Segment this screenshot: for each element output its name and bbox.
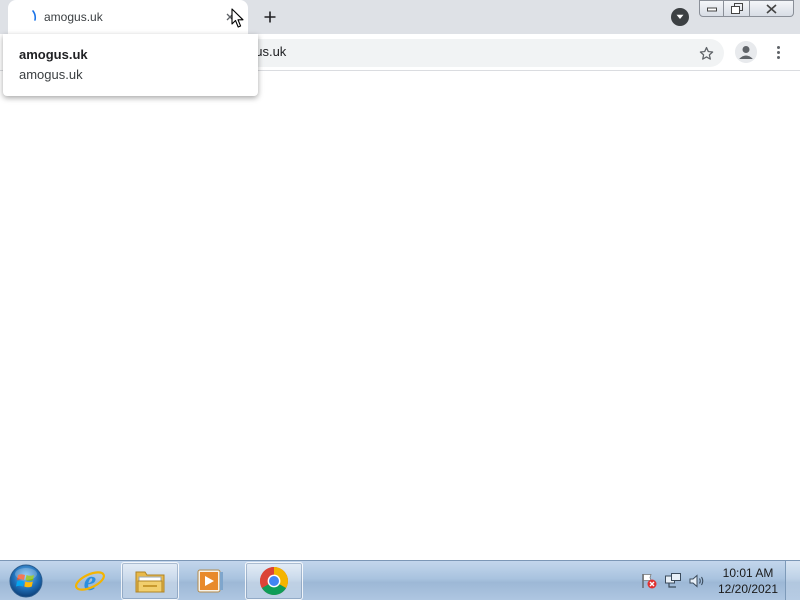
minimize-icon [706, 7, 717, 11]
volume-button[interactable] [688, 572, 706, 590]
minimize-button[interactable] [699, 0, 724, 17]
profile-button[interactable] [735, 41, 757, 63]
new-tab-button[interactable] [258, 5, 282, 29]
tab-strip: amogus.uk [0, 0, 800, 34]
hover-card-domain: amogus.uk [19, 67, 83, 82]
star-icon [699, 46, 713, 60]
start-button[interactable] [7, 563, 45, 599]
person-icon [735, 41, 757, 63]
network-icon [665, 573, 681, 588]
clock-time: 10:01 AM [722, 566, 774, 580]
network-button[interactable] [664, 572, 682, 590]
tab-amogus[interactable]: amogus.uk [8, 0, 248, 34]
taskbar-internet-explorer[interactable]: e [61, 562, 119, 600]
system-tray [640, 561, 706, 600]
show-desktop-button[interactable] [785, 561, 800, 600]
ie-icon: e [75, 566, 105, 597]
tab-hover-card: amogus.uk amogus.uk [3, 34, 258, 96]
plus-icon [264, 11, 276, 23]
taskbar-media-player[interactable] [181, 562, 239, 600]
tab-search-button[interactable] [671, 8, 689, 26]
loading-favicon-icon [32, 10, 37, 21]
folder-icon [135, 571, 165, 593]
windows-orb-icon [9, 564, 43, 598]
action-center-button[interactable] [640, 572, 658, 590]
volume-icon [689, 574, 704, 588]
close-icon [766, 3, 777, 14]
action-center-flag-icon [642, 574, 657, 589]
window-close-button[interactable] [750, 0, 794, 17]
taskbar-file-explorer[interactable] [121, 562, 179, 600]
svg-text:e: e [84, 566, 96, 597]
hover-card-title: amogus.uk [19, 47, 88, 62]
clock-date: 12/20/2021 [717, 582, 779, 596]
taskbar-chrome[interactable] [245, 562, 303, 600]
taskbar: e 10:01 AM 12/20/2021 [0, 560, 800, 600]
taskbar-clock[interactable]: 10:01 AM 12/20/2021 [712, 565, 784, 597]
bookmark-button[interactable] [696, 43, 716, 63]
chrome-icon [260, 567, 288, 595]
tab-title: amogus.uk [44, 10, 103, 24]
chevron-down-icon [676, 14, 684, 19]
browser-menu-button[interactable] [770, 42, 786, 62]
restore-button[interactable] [724, 0, 750, 17]
mouse-cursor-icon [231, 8, 244, 28]
restore-icon [730, 3, 743, 14]
media-player-icon [197, 569, 223, 593]
page-viewport[interactable] [0, 72, 800, 560]
window-controls [699, 0, 794, 17]
vertical-dots-icon [776, 45, 780, 49]
